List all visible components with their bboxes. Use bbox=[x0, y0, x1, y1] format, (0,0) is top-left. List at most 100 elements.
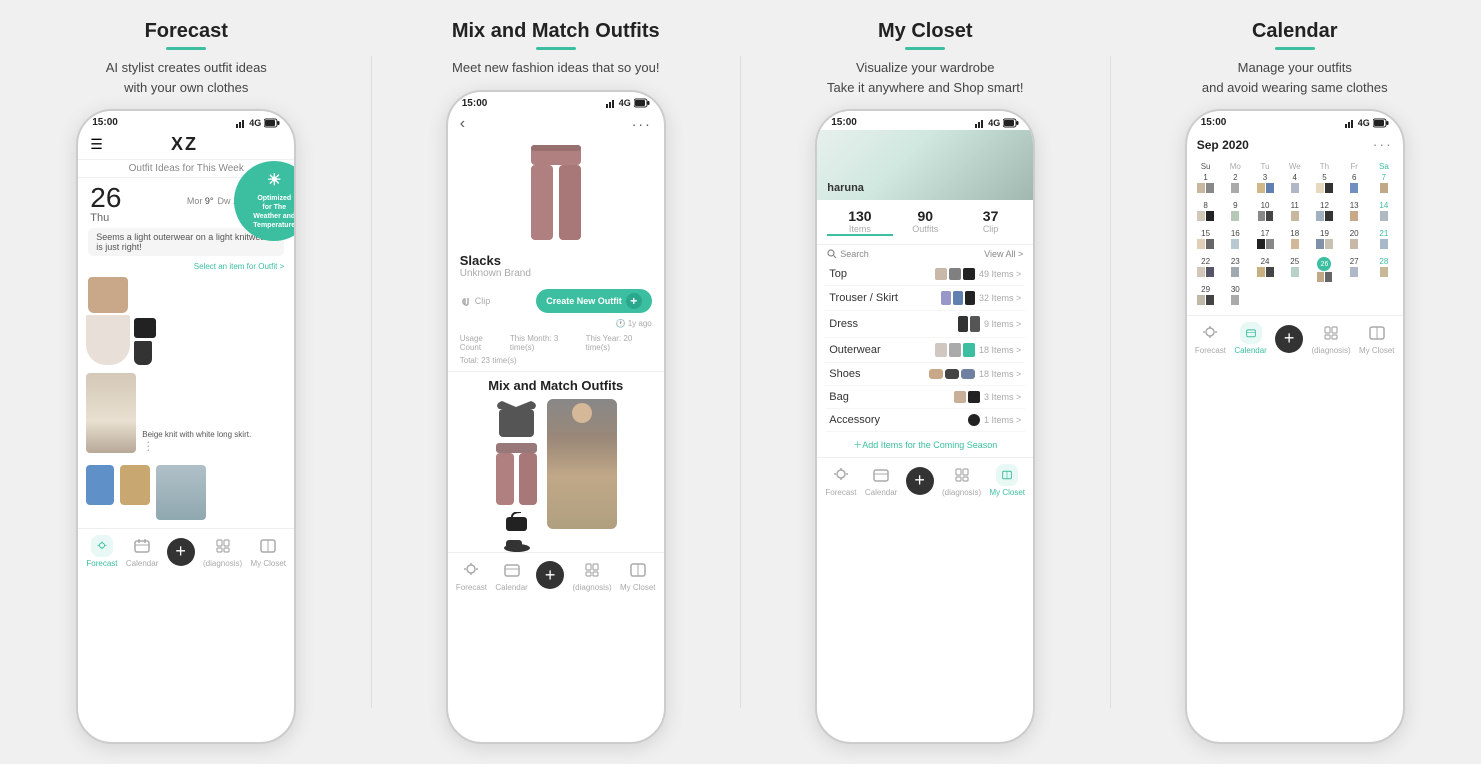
cal-header-row: Sep 2020 ··· bbox=[1187, 130, 1403, 158]
category-accessory[interactable]: Accessory 1 Items > bbox=[825, 409, 1025, 432]
cal-cell-13[interactable]: 13 bbox=[1339, 201, 1369, 227]
bottom-nav-calendar: Forecast Calendar + bbox=[1187, 315, 1403, 363]
cal-cell-19[interactable]: 19 bbox=[1310, 229, 1340, 255]
cal-cell-9[interactable]: 9 bbox=[1220, 201, 1250, 227]
category-shoes[interactable]: Shoes 18 Items > bbox=[825, 363, 1025, 386]
cal-cell-4[interactable]: 4 bbox=[1280, 173, 1310, 199]
bottom-nav-forecast: Forecast Calendar + bbox=[78, 528, 294, 576]
cal-cell-15[interactable]: 15 bbox=[1191, 229, 1221, 255]
cal-nav-add[interactable]: + bbox=[1275, 325, 1303, 353]
cal-nav-my-closet[interactable]: My Closet bbox=[1359, 322, 1395, 355]
cal-cell-22[interactable]: 22 bbox=[1191, 257, 1221, 283]
search-button[interactable]: Search bbox=[827, 249, 869, 259]
stat-items[interactable]: 130 Items bbox=[827, 208, 892, 236]
nav-add[interactable]: + bbox=[167, 538, 195, 566]
mix-nav-calendar[interactable]: Calendar bbox=[495, 559, 527, 592]
category-dress[interactable]: Dress 9 Items > bbox=[825, 311, 1025, 338]
mix-more-icon[interactable]: ··· bbox=[632, 116, 652, 132]
cal-cell-24[interactable]: 24 bbox=[1250, 257, 1280, 283]
category-bag[interactable]: Bag 3 Items > bbox=[825, 386, 1025, 409]
closet-nav-my-closet[interactable]: My Closet bbox=[989, 464, 1025, 497]
create-outfit-button[interactable]: Create New Outfit + bbox=[536, 289, 652, 313]
stat-clip[interactable]: 37 Clip bbox=[958, 208, 1023, 236]
outfit-card-1 bbox=[86, 277, 286, 365]
cal-cell-26[interactable]: 26 bbox=[1310, 257, 1340, 283]
closet-status-time: 15:00 bbox=[831, 117, 857, 128]
forecast-panel: Forecast AI stylist creates outfit ideas… bbox=[10, 20, 363, 744]
cal-cell-2[interactable]: 2 bbox=[1220, 173, 1250, 199]
bag-cloth bbox=[134, 318, 156, 338]
bag-thumb-1 bbox=[954, 391, 966, 403]
status-right: 4G bbox=[236, 118, 280, 128]
mix-status-bar: 15:00 4G bbox=[448, 92, 664, 111]
cal-nav-diagnosis[interactable]: (diagnosis) bbox=[1311, 322, 1350, 355]
closet-battery-icon bbox=[1003, 118, 1019, 128]
person-outfit-2 bbox=[156, 465, 206, 520]
cal-cell-16[interactable]: 16 bbox=[1220, 229, 1250, 255]
closet-nav-add[interactable]: + bbox=[906, 467, 934, 495]
cal-cell-23[interactable]: 23 bbox=[1220, 257, 1250, 283]
cal-battery-icon bbox=[1373, 118, 1389, 128]
select-item-bar[interactable]: Select an item for Outfit > bbox=[78, 260, 294, 273]
shoes-thumb-2 bbox=[945, 369, 959, 379]
outer-thumb-3 bbox=[963, 343, 975, 357]
cal-cell-11[interactable]: 11 bbox=[1280, 201, 1310, 227]
calendar-title: Calendar bbox=[1252, 20, 1338, 43]
nav-diagnosis[interactable]: (diagnosis) bbox=[203, 535, 242, 568]
cal-cell-20[interactable]: 20 bbox=[1339, 229, 1369, 255]
cal-cell-1[interactable]: 1 bbox=[1191, 173, 1221, 199]
cal-cell-8[interactable]: 8 bbox=[1191, 201, 1221, 227]
back-icon[interactable]: ‹ bbox=[460, 115, 465, 133]
closet-nav-forecast[interactable]: Forecast bbox=[825, 464, 856, 497]
menu-icon[interactable]: ☰ bbox=[90, 136, 103, 153]
mix-sweater-svg bbox=[494, 399, 539, 439]
cal-cell-25[interactable]: 25 bbox=[1280, 257, 1310, 283]
cal-cell-30[interactable]: 30 bbox=[1220, 285, 1250, 311]
nav-forecast[interactable]: Forecast bbox=[86, 535, 117, 568]
mix-nav-add[interactable]: + bbox=[536, 561, 564, 589]
nav-calendar[interactable]: Calendar bbox=[126, 535, 158, 568]
cal-nav-calendar[interactable]: Calendar bbox=[1234, 322, 1266, 355]
cal-cell-21[interactable]: 21 bbox=[1369, 229, 1399, 255]
cal-cell-27[interactable]: 27 bbox=[1339, 257, 1369, 283]
more-icon[interactable]: ⋮ bbox=[142, 439, 286, 453]
cal-cell-3[interactable]: 3 bbox=[1250, 173, 1280, 199]
dress-thumb-1 bbox=[958, 316, 968, 332]
mix-desc: Meet new fashion ideas that so you! bbox=[444, 58, 667, 78]
view-all-button[interactable]: View All > bbox=[984, 249, 1023, 259]
status-time: 15:00 bbox=[92, 117, 118, 128]
closet-nav-calendar[interactable]: Calendar bbox=[865, 464, 897, 497]
cal-cell-10[interactable]: 10 bbox=[1250, 201, 1280, 227]
cal-cell-12[interactable]: 12 bbox=[1310, 201, 1340, 227]
category-top[interactable]: Top 49 Items > bbox=[825, 263, 1025, 286]
bag-thumb-2 bbox=[968, 391, 980, 403]
category-trouser[interactable]: Trouser / Skirt 32 Items > bbox=[825, 286, 1025, 311]
cal-cell-6[interactable]: 6 bbox=[1339, 173, 1369, 199]
closet-nav-diagnosis[interactable]: (diagnosis) bbox=[942, 464, 981, 497]
trouser-thumb-1 bbox=[941, 291, 951, 305]
mix-nav-diagnosis[interactable]: (diagnosis) bbox=[572, 559, 611, 592]
cal-nav-forecast[interactable]: Forecast bbox=[1195, 322, 1226, 355]
nav-my-closet[interactable]: My Closet bbox=[250, 535, 286, 568]
add-items-bar[interactable]: ＋Add Items for the Coming Season bbox=[817, 432, 1033, 457]
category-outerwear[interactable]: Outerwear 18 Items > bbox=[825, 338, 1025, 363]
cal-cell-14[interactable]: 14 bbox=[1369, 201, 1399, 227]
cal-cell-7[interactable]: 7 bbox=[1369, 173, 1399, 199]
mix-nav-my-closet[interactable]: My Closet bbox=[620, 559, 656, 592]
sweater-cloth bbox=[88, 277, 128, 313]
cal-cell-5[interactable]: 5 bbox=[1310, 173, 1340, 199]
battery-icon bbox=[264, 118, 280, 128]
cal-cell-18[interactable]: 18 bbox=[1280, 229, 1310, 255]
cal-week-5: 29 30 bbox=[1191, 285, 1399, 311]
cal-cell-29[interactable]: 29 bbox=[1191, 285, 1221, 311]
cal-more-icon[interactable]: ··· bbox=[1373, 136, 1393, 152]
product-name: Slacks bbox=[460, 253, 652, 268]
cal-cell-17[interactable]: 17 bbox=[1250, 229, 1280, 255]
clip-button[interactable]: Clip bbox=[460, 295, 491, 307]
mix-battery-icon bbox=[634, 98, 650, 108]
cal-cell-28[interactable]: 28 bbox=[1369, 257, 1399, 283]
cal-status-bar: 15:00 4G bbox=[1187, 111, 1403, 130]
sun-icon: ☀ bbox=[267, 171, 281, 192]
stat-outfits[interactable]: 90 Outfits bbox=[893, 208, 958, 236]
mix-nav-forecast[interactable]: Forecast bbox=[456, 559, 487, 592]
